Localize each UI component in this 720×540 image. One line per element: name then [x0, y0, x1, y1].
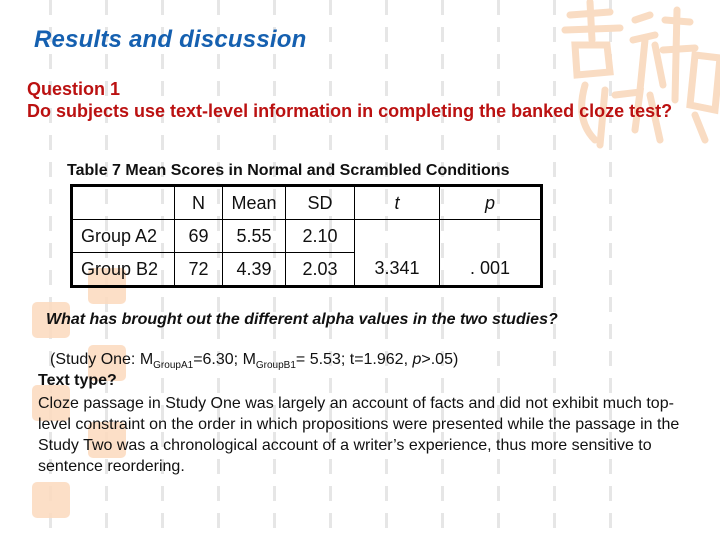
answer-paragraph: Cloze passage in Study One was largely a… [38, 395, 680, 475]
table-caption: Table 7 Mean Scores in Normal and Scramb… [67, 162, 510, 179]
table-header-cell: SD [285, 185, 355, 220]
sd-cell: 2.10 [285, 219, 355, 253]
table-header-cell: t [354, 185, 440, 220]
text-type-heading: Text type? [38, 372, 117, 389]
subscript: GroupB1 [255, 360, 296, 372]
table-header-row: N Mean SD t p [71, 185, 542, 220]
study-text: = 5.53; t=1.962, [295, 351, 413, 368]
n-cell: 72 [174, 252, 223, 287]
table-header-cell [71, 185, 175, 220]
table-header-cell: Mean [222, 185, 286, 220]
mean-scores-table: N Mean SD t p Group A2 69 5.55 2.10 3.34… [70, 184, 543, 288]
group-label: Group B2 [71, 252, 175, 287]
p-value-cell: . 001 [439, 219, 542, 287]
table-header-cell: N [174, 185, 223, 220]
table-header-cell: p [439, 185, 542, 220]
question-text: Do subjects use text-level information i… [27, 101, 673, 121]
followup-question: What has brought out the different alpha… [46, 311, 558, 328]
study-text: (Study One: M [50, 351, 154, 368]
n-cell: 69 [174, 219, 223, 253]
subscript: GroupA1 [153, 360, 194, 372]
slide-title: Results and discussion [34, 26, 307, 53]
study-one-stats: (Study One: MGroupA1=6.30; MGroupB1= 5.5… [50, 351, 458, 371]
mean-cell: 4.39 [222, 252, 286, 287]
group-label: Group A2 [71, 219, 175, 253]
study-text: >.05) [421, 351, 459, 368]
mean-cell: 5.55 [222, 219, 286, 253]
seal-stamp-icon [32, 482, 70, 518]
question-heading: Question 1 [27, 79, 121, 99]
research-question: Question 1 Do subjects use text-level in… [27, 78, 707, 122]
table-row: Group A2 69 5.55 2.10 3.341 . 001 [71, 219, 542, 287]
sd-cell: 2.03 [285, 252, 355, 287]
study-text: =6.30; M [193, 351, 256, 368]
calligraphy-watermark-icon [561, 0, 720, 149]
t-value-cell: 3.341 [354, 219, 440, 287]
